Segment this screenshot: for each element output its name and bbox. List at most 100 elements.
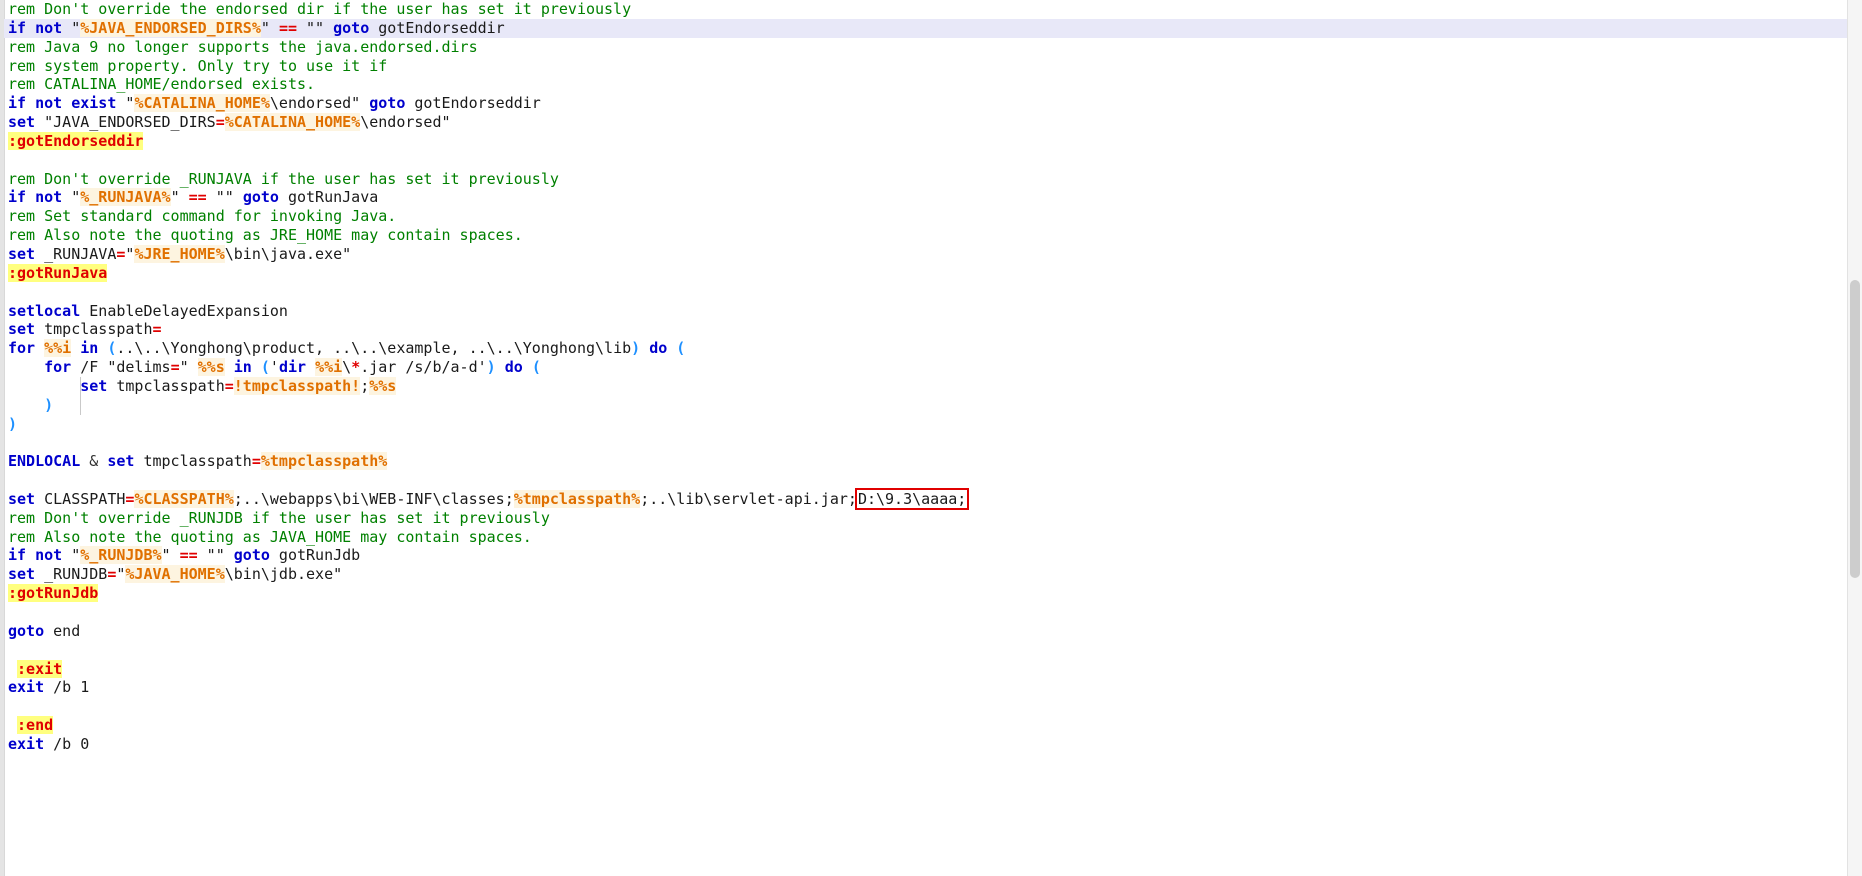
code-token: set bbox=[8, 244, 36, 263]
code-line[interactable] bbox=[4, 151, 1862, 170]
code-token: not bbox=[35, 94, 63, 113]
code-lines-container[interactable]: rem Don't override the endorsed dir if t… bbox=[4, 0, 1862, 876]
code-token: %_RUNJAVA% bbox=[80, 188, 171, 207]
code-token: " bbox=[260, 18, 279, 37]
code-line[interactable] bbox=[4, 641, 1862, 660]
code-token: goto bbox=[233, 546, 270, 565]
code-line[interactable]: :gotRunJava bbox=[4, 263, 1862, 283]
code-line[interactable]: if not exist "%CATALINA_HOME%\endorsed" … bbox=[4, 94, 1862, 113]
code-line[interactable]: set _RUNJAVA="%JRE_HOME%\bin\java.exe" bbox=[4, 244, 1862, 264]
code-token: :gotRunJava bbox=[8, 263, 108, 282]
code-line[interactable] bbox=[4, 471, 1862, 490]
code-token: " bbox=[161, 546, 180, 565]
code-token: :exit bbox=[17, 659, 63, 678]
code-line[interactable]: :gotEndorseddir bbox=[4, 131, 1862, 151]
code-token: == bbox=[278, 18, 297, 37]
code-line[interactable] bbox=[4, 697, 1862, 716]
code-line[interactable]: goto end bbox=[4, 622, 1862, 641]
code-line[interactable]: ENDLOCAL & set tmpclasspath=%tmpclasspat… bbox=[4, 452, 1862, 471]
code-token: if bbox=[8, 94, 27, 113]
code-token: = bbox=[152, 320, 162, 339]
code-token: \bin\java.exe" bbox=[224, 244, 352, 263]
code-line[interactable]: exit /b 1 bbox=[4, 678, 1862, 697]
code-line[interactable]: ) bbox=[4, 396, 1862, 415]
code-token: gotEndorseddir bbox=[405, 94, 541, 113]
code-line[interactable]: set CLASSPATH=%CLASSPATH%;..\webapps\bi\… bbox=[4, 487, 1862, 510]
code-line[interactable]: rem CATALINA_HOME/endorsed exists. bbox=[4, 75, 1862, 94]
code-line[interactable]: exit /b 0 bbox=[4, 735, 1862, 754]
code-token: exit bbox=[8, 678, 45, 697]
code-token: ..\..\Yonghong\product, ..\..\example, .… bbox=[116, 339, 632, 358]
code-token: _RUNJAVA bbox=[35, 244, 117, 263]
code-token: set bbox=[8, 489, 36, 508]
code-line[interactable]: set _RUNJDB="%JAVA_HOME%\bin\jdb.exe" bbox=[4, 565, 1862, 584]
code-token: \bin\jdb.exe" bbox=[224, 565, 343, 584]
code-token: ( bbox=[531, 358, 541, 377]
code-line[interactable]: for /F "delims=" %%s in ('dir %%i\*.jar … bbox=[4, 358, 1862, 377]
code-token: rem Also note the quoting as JRE_HOME ma… bbox=[8, 226, 523, 245]
code-line[interactable] bbox=[4, 433, 1862, 452]
indent-guide bbox=[80, 377, 81, 415]
scrollbar-thumb[interactable] bbox=[1850, 280, 1860, 579]
code-token: set bbox=[8, 320, 36, 339]
code-token: gotRunJdb bbox=[269, 546, 361, 565]
code-line[interactable]: rem Set standard command for invoking Ja… bbox=[4, 207, 1862, 226]
code-token: %CATALINA_HOME% bbox=[134, 94, 270, 113]
code-line[interactable]: :gotRunJdb bbox=[4, 584, 1862, 603]
code-line[interactable]: rem Also note the quoting as JRE_HOME ma… bbox=[4, 226, 1862, 245]
code-token: ' bbox=[269, 358, 279, 377]
annotation-boxed-text: D:\9.3\aaaa; bbox=[854, 487, 970, 510]
code-token: = bbox=[251, 452, 261, 471]
code-token: rem Don't override _RUNJAVA if the user … bbox=[8, 169, 559, 188]
code-token: end bbox=[44, 621, 81, 640]
code-line[interactable]: ) bbox=[4, 415, 1862, 434]
code-line[interactable]: rem system property. Only try to use it … bbox=[4, 57, 1862, 76]
code-token: rem Java 9 no longer supports the java.e… bbox=[8, 37, 478, 56]
code-token: rem CATALINA_HOME/endorsed exists. bbox=[8, 75, 316, 94]
code-token: /F "delims bbox=[71, 358, 171, 377]
vertical-scrollbar[interactable] bbox=[1847, 0, 1862, 876]
code-token: /b 1 bbox=[44, 678, 90, 697]
code-line[interactable]: :end bbox=[4, 716, 1862, 735]
code-token: " bbox=[62, 18, 81, 37]
code-token: %%i bbox=[315, 358, 343, 377]
code-token: rem Set standard command for invoking Ja… bbox=[8, 207, 397, 226]
code-line[interactable]: set tmpclasspath=!tmpclasspath!;%%s bbox=[4, 376, 1862, 396]
code-line[interactable]: if not "%JAVA_ENDORSED_DIRS%" == "" goto… bbox=[4, 18, 1862, 38]
code-token: rem Don't override _RUNJDB if the user h… bbox=[8, 508, 550, 527]
code-line[interactable]: if not "%_RUNJDB%" == "" goto gotRunJdb bbox=[4, 546, 1862, 565]
code-line[interactable]: rem Java 9 no longer supports the java.e… bbox=[4, 38, 1862, 57]
code-token: exit bbox=[8, 734, 45, 753]
code-token: goto bbox=[8, 621, 45, 640]
code-token: %%s bbox=[197, 358, 225, 377]
code-token: /b 0 bbox=[44, 734, 90, 753]
code-line[interactable] bbox=[4, 603, 1862, 622]
code-token: ;..\webapps\bi\WEB-INF\classes; bbox=[233, 489, 514, 508]
code-line[interactable]: rem Don't override the endorsed dir if t… bbox=[4, 0, 1862, 19]
code-line[interactable] bbox=[4, 283, 1862, 302]
code-line[interactable]: rem Also note the quoting as JAVA_HOME m… bbox=[4, 528, 1862, 547]
code-token: %JAVA_ENDORSED_DIRS% bbox=[80, 18, 261, 37]
code-line[interactable]: if not "%_RUNJAVA%" == "" goto gotRunJav… bbox=[4, 188, 1862, 207]
code-line[interactable]: set tmpclasspath= bbox=[4, 320, 1862, 339]
code-line[interactable]: :exit bbox=[4, 659, 1862, 679]
code-line[interactable]: set "JAVA_ENDORSED_DIRS=%CATALINA_HOME%\… bbox=[4, 113, 1862, 132]
code-line[interactable]: for %%i in (..\..\Yonghong\product, ..\.… bbox=[4, 339, 1862, 358]
code-token: %CATALINA_HOME% bbox=[224, 113, 361, 132]
code-line[interactable]: setlocal EnableDelayedExpansion bbox=[4, 302, 1862, 321]
code-token: .jar /s/b/a-d' bbox=[360, 358, 487, 377]
code-token: gotRunJava bbox=[278, 188, 379, 207]
code-editor[interactable]: rem Don't override the endorsed dir if t… bbox=[0, 0, 1862, 876]
code-line[interactable]: rem Don't override _RUNJDB if the user h… bbox=[4, 509, 1862, 528]
code-token: not bbox=[35, 188, 63, 207]
code-line[interactable]: rem Don't override _RUNJAVA if the user … bbox=[4, 170, 1862, 189]
code-token: ENDLOCAL bbox=[8, 452, 81, 471]
code-token: ( bbox=[260, 358, 270, 377]
